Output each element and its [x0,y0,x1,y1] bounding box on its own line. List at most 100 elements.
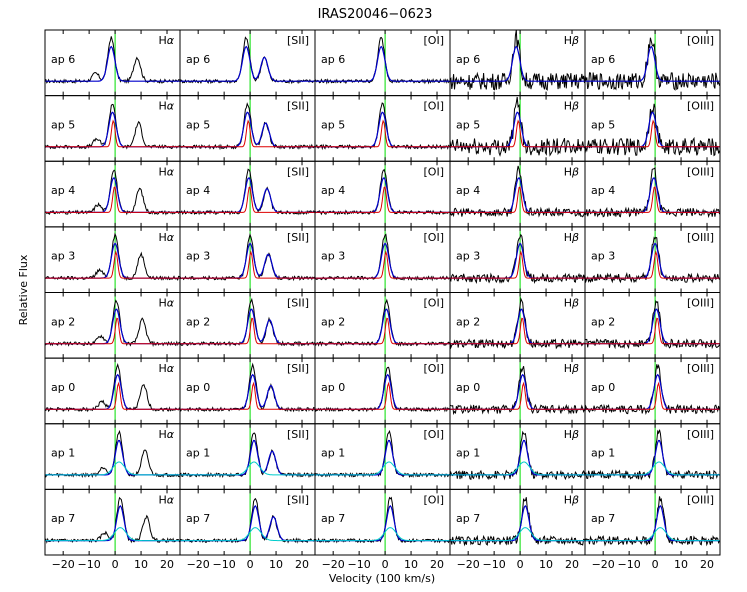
broad-component [180,461,315,476]
line-label-part: H [564,428,572,441]
aperture-label: ap 7 [186,512,210,525]
x-tick-label: −10 [213,558,236,571]
x-tick-label: 20 [430,558,444,571]
aperture-label: ap 1 [591,447,615,460]
line-label-part: [OI] [424,362,445,375]
line-label-part: [OI] [424,100,445,113]
line-label: [SII] [287,100,309,113]
aperture-label: ap 4 [186,184,210,197]
aperture-label: ap 5 [51,118,75,131]
line-label: [OI] [424,231,445,244]
line-label: [OI] [424,362,445,375]
line-label: [OIII] [687,34,714,47]
line-label: [OIII] [687,100,714,113]
aperture-label: ap 2 [591,315,615,328]
line-label-part: β [571,100,579,113]
line-label-part: α [167,100,175,113]
x-tick-label: −20 [592,558,615,571]
line-label: [OIII] [687,493,714,506]
line-label-part: α [167,165,175,178]
line-label: [SII] [287,297,309,310]
aperture-label: ap 6 [321,53,345,66]
aperture-label: ap 5 [456,118,480,131]
x-tick-label: 0 [652,558,659,571]
line-label: [OI] [424,493,445,506]
aperture-label: ap 6 [186,53,210,66]
line-label: Hα [158,165,174,178]
line-label-part: H [564,493,572,506]
line-label: [OI] [424,100,445,113]
aperture-label: ap 6 [591,53,615,66]
x-tick-label: 0 [112,558,119,571]
line-label-part: H [564,297,572,310]
line-label-part: [OI] [424,493,445,506]
line-label-part: [OIII] [687,100,714,113]
aperture-label: ap 3 [186,250,210,263]
x-tick-label: 20 [700,558,714,571]
line-label: Hα [158,34,174,47]
line-label-part: β [571,34,579,47]
line-label: Hβ [564,165,579,178]
line-label: Hα [158,231,174,244]
line-label-part: [OIII] [687,231,714,244]
line-label-part: [OI] [424,34,445,47]
aperture-label: ap 6 [51,53,75,66]
line-label-part: [SII] [287,297,309,310]
line-label: Hα [158,100,174,113]
x-tick-label: 10 [539,558,553,571]
line-label-part: β [571,165,579,178]
aperture-label: ap 3 [591,250,615,263]
line-label-part: H [158,165,166,178]
line-label-part: α [167,428,175,441]
aperture-label: ap 5 [321,118,345,131]
line-label-part: [OIII] [687,297,714,310]
aperture-label: ap 3 [456,250,480,263]
aperture-label: ap 0 [51,381,75,394]
x-tick-label: −20 [457,558,480,571]
broad-component [180,527,315,542]
aperture-label: ap 7 [51,512,75,525]
line-label-part: H [564,100,572,113]
aperture-label: ap 0 [591,381,615,394]
broad-component [315,461,450,476]
line-label: [OIII] [687,165,714,178]
aperture-label: ap 6 [456,53,480,66]
line-label: [OIII] [687,231,714,244]
line-label-part: [OIII] [687,428,714,441]
broad-component [450,461,585,476]
line-label: Hβ [564,362,579,375]
aperture-label: ap 1 [321,447,345,460]
line-label: Hβ [564,231,579,244]
line-label: Hβ [564,428,579,441]
line-label-part: H [564,362,572,375]
line-label-part: α [167,34,175,47]
aperture-label: ap 2 [321,315,345,328]
aperture-label: ap 4 [321,184,345,197]
line-label-part: [SII] [287,362,309,375]
line-label: Hβ [564,100,579,113]
aperture-label: ap 2 [51,315,75,328]
line-label: [OI] [424,297,445,310]
line-label-part: H [158,100,166,113]
line-label-part: H [158,297,166,310]
x-tick-label: −10 [483,558,506,571]
line-label: [SII] [287,231,309,244]
aperture-label: ap 1 [186,447,210,460]
line-label: Hβ [564,493,579,506]
line-label: Hα [158,362,174,375]
aperture-label: ap 0 [321,381,345,394]
line-label-part: [OI] [424,428,445,441]
x-tick-label: 10 [674,558,688,571]
line-label-part: [SII] [287,34,309,47]
line-label-part: α [167,231,175,244]
line-label-part: [OI] [424,297,445,310]
aperture-label: ap 4 [51,184,75,197]
line-label-part: β [571,362,579,375]
line-label-part: β [571,428,579,441]
line-label: Hβ [564,34,579,47]
x-tick-label: −20 [187,558,210,571]
aperture-label: ap 5 [591,118,615,131]
aperture-label: ap 4 [456,184,480,197]
aperture-label: ap 5 [186,118,210,131]
line-label: [OI] [424,428,445,441]
